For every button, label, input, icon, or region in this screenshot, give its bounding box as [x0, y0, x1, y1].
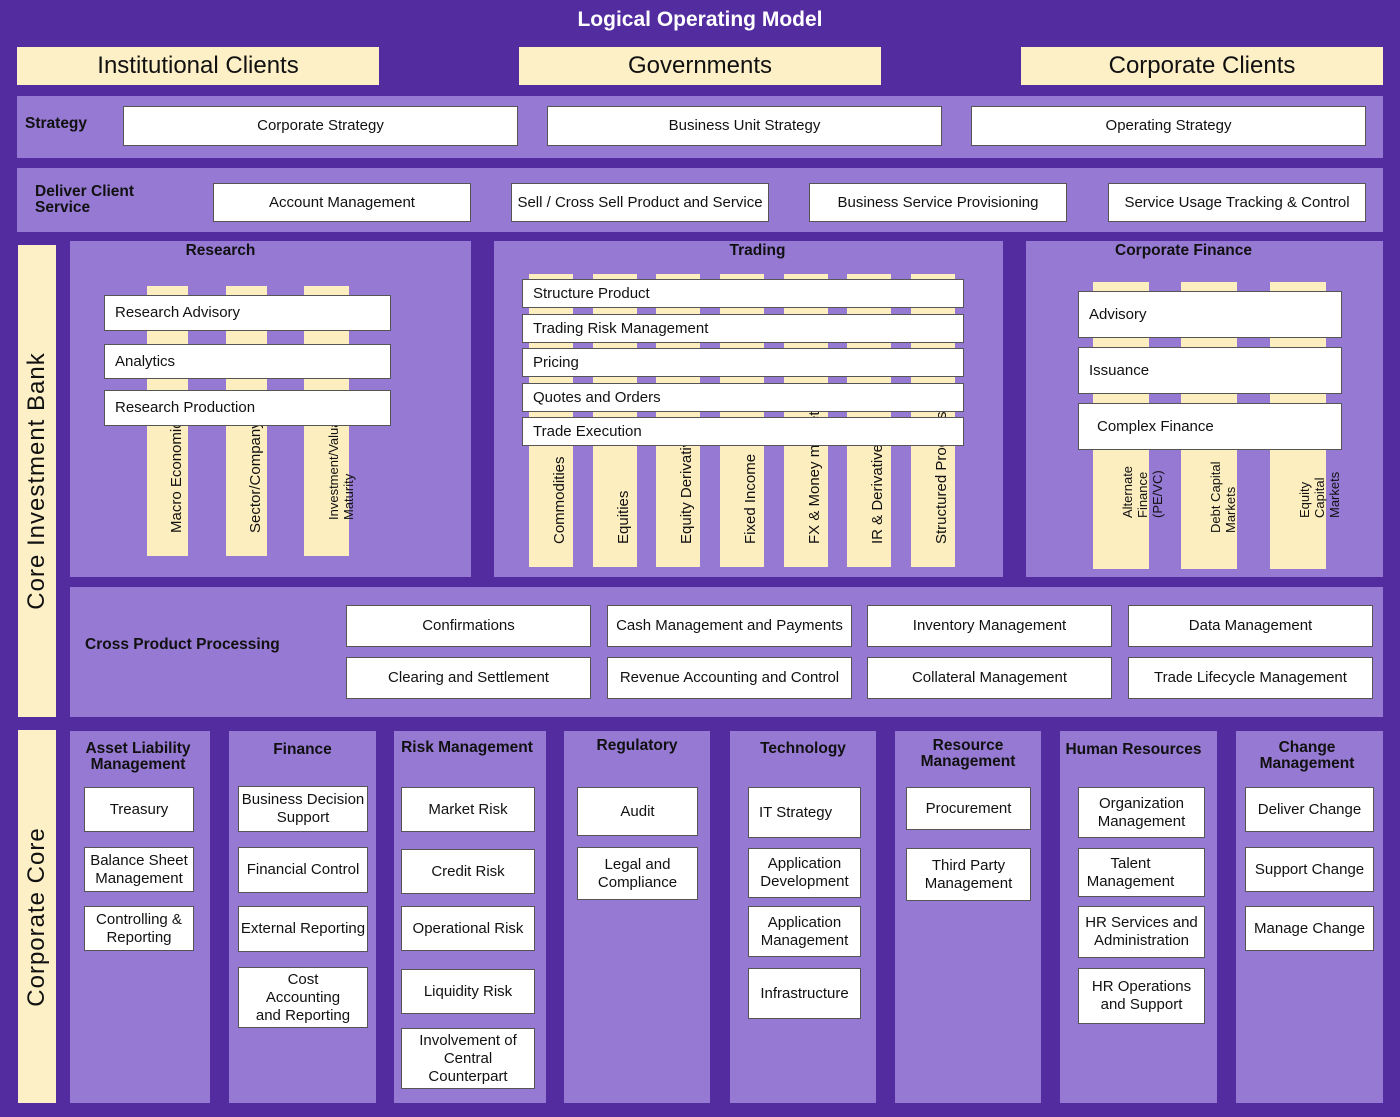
trading-row: Trade Execution	[522, 417, 964, 446]
alm-header: Asset Liability Management	[85, 740, 191, 774]
alm-item: Treasury	[84, 787, 194, 832]
deliver-item: Sell / Cross Sell Product and Service	[511, 183, 769, 222]
deliver-item: Account Management	[213, 183, 471, 222]
cross-product-item: Trade Lifecycle Management	[1128, 657, 1373, 699]
risk-item: Market Risk	[401, 787, 535, 832]
regulatory-item: Audit	[577, 787, 698, 836]
hr-item: HR Services and Administration	[1078, 906, 1205, 958]
cross-product-item: Clearing and Settlement	[346, 657, 591, 699]
strategy-item: Operating Strategy	[971, 106, 1366, 146]
deliver-label: Deliver Client Service	[35, 183, 135, 217]
technology-item: Infrastructure	[748, 968, 861, 1019]
research-header: Research	[185, 242, 256, 259]
technology-item: IT Strategy	[748, 787, 861, 838]
cib-vertical-label: Core Investment Bank	[18, 245, 56, 717]
trading-row: Trading Risk Management	[522, 314, 964, 343]
cross-product-item: Collateral Management	[867, 657, 1112, 699]
resource-header: Resource Management	[920, 737, 1016, 771]
cross-product-label: Cross Product Processing	[85, 636, 280, 653]
corporate-finance-header: Corporate Finance	[1115, 242, 1252, 259]
finance-header: Finance	[273, 741, 332, 758]
cross-product-item: Confirmations	[346, 605, 591, 647]
technology-item: Application Development	[748, 848, 861, 898]
cf-row: Advisory	[1078, 291, 1342, 338]
trading-header: Trading	[729, 242, 786, 259]
page-title: Logical Operating Model	[577, 8, 823, 31]
risk-header: Risk Management	[401, 739, 533, 756]
finance-item: Business Decision Support	[238, 786, 368, 832]
research-row: Research Advisory	[104, 295, 391, 331]
finance-item: External Reporting	[238, 906, 368, 952]
hr-header: Human Resources	[1065, 741, 1202, 758]
hr-item: Talent Management	[1078, 848, 1205, 897]
change-item: Support Change	[1245, 847, 1374, 892]
alm-item: Controlling & Reporting	[84, 906, 194, 951]
change-header: Change Management	[1259, 739, 1355, 773]
deliver-item: Business Service Provisioning	[809, 183, 1067, 222]
risk-item: Involvement of Central Counterpart	[401, 1028, 535, 1089]
corporate-core-vertical-label: Corporate Core	[18, 730, 56, 1103]
risk-item: Operational Risk	[401, 906, 535, 951]
cross-product-item: Revenue Accounting and Control	[607, 657, 852, 699]
research-row: Analytics	[104, 344, 391, 379]
technology-header: Technology	[760, 740, 846, 757]
finance-item: Financial Control	[238, 847, 368, 893]
cf-row: Issuance	[1078, 347, 1342, 394]
change-item: Manage Change	[1245, 906, 1374, 951]
client-institutional: Institutional Clients	[17, 47, 379, 85]
client-corporate: Corporate Clients	[1021, 47, 1383, 85]
change-item: Deliver Change	[1245, 787, 1374, 832]
trading-row: Structure Product	[522, 279, 964, 308]
cf-row: Complex Finance	[1078, 403, 1342, 450]
deliver-item: Service Usage Tracking & Control	[1108, 183, 1366, 222]
trading-row: Quotes and Orders	[522, 383, 964, 412]
hr-item: Organization Management	[1078, 787, 1205, 838]
risk-item: Credit Risk	[401, 849, 535, 894]
cross-product-item: Cash Management and Payments	[607, 605, 852, 647]
strategy-item: Corporate Strategy	[123, 106, 518, 146]
strategy-item: Business Unit Strategy	[547, 106, 942, 146]
cross-product-item: Data Management	[1128, 605, 1373, 647]
client-governments: Governments	[519, 47, 881, 85]
hr-item: HR Operations and Support	[1078, 968, 1205, 1024]
resource-item: Third Party Management	[906, 848, 1031, 901]
alm-item: Balance Sheet Management	[84, 847, 194, 892]
operating-model-canvas: Logical Operating Model Institutional Cl…	[0, 0, 1400, 1117]
cross-product-item: Inventory Management	[867, 605, 1112, 647]
strategy-label: Strategy	[25, 115, 88, 132]
research-row: Research Production	[104, 390, 391, 426]
resource-item: Procurement	[906, 787, 1031, 830]
trading-row: Pricing	[522, 348, 964, 377]
technology-item: Application Management	[748, 906, 861, 957]
regulatory-item: Legal and Compliance	[577, 847, 698, 900]
regulatory-header: Regulatory	[596, 737, 678, 754]
risk-item: Liquidity Risk	[401, 969, 535, 1014]
finance-item: Cost Accounting and Reporting	[238, 967, 368, 1028]
